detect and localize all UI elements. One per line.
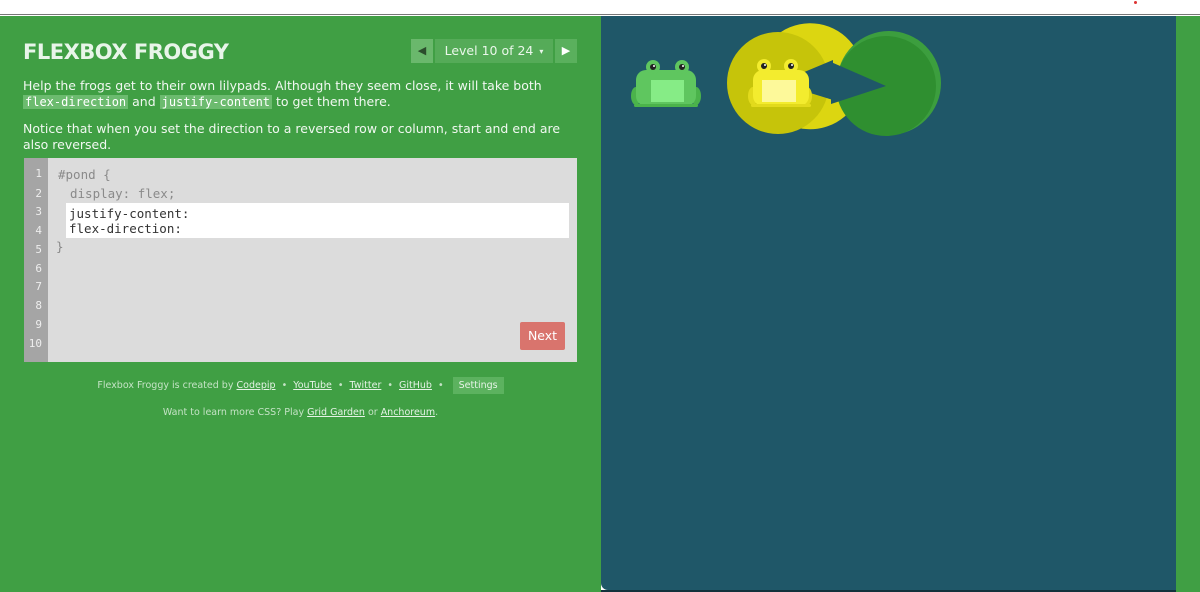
grid-garden-link[interactable]: Grid Garden bbox=[307, 407, 365, 418]
anchoreum-link[interactable]: Anchoreum bbox=[381, 407, 435, 418]
sidebar: FLEXBOX FROGGY ◀ Level 10 of 24 ▾ ▶ Help … bbox=[0, 16, 601, 592]
settings-button[interactable]: Settings bbox=[452, 377, 504, 394]
green-frog bbox=[631, 60, 701, 107]
instructions: Help the frogs get to their own lilypads… bbox=[23, 78, 583, 164]
triangle-right-icon: ▶ bbox=[561, 44, 571, 57]
chevron-down-icon: ▾ bbox=[539, 47, 544, 56]
line-number: 10 bbox=[28, 337, 42, 350]
credits: Flexbox Froggy is created by Codepip • Y… bbox=[0, 377, 601, 394]
line-number: 2 bbox=[35, 187, 42, 200]
line-number: 9 bbox=[35, 318, 42, 331]
line-number-gutter: 1 2 3 4 5 6 7 8 9 10 bbox=[24, 158, 48, 362]
indicator-dot bbox=[1134, 1, 1137, 4]
youtube-link[interactable]: YouTube bbox=[293, 380, 332, 391]
pond-scene bbox=[631, 23, 941, 136]
line-number: 8 bbox=[35, 299, 42, 312]
code-line-2: display: flex; bbox=[70, 186, 176, 201]
code-line-5: } bbox=[56, 239, 64, 254]
game-title: FLEXBOX FROGGY bbox=[23, 40, 229, 64]
css-input-textarea[interactable]: justify-content: flex-direction: bbox=[66, 203, 569, 238]
browser-top-bar bbox=[0, 0, 1200, 15]
right-edge-strip bbox=[1176, 16, 1200, 592]
line-number: 4 bbox=[35, 224, 42, 237]
triangle-left-icon: ◀ bbox=[417, 44, 427, 57]
level-label: Level 10 of 24 bbox=[444, 43, 534, 58]
code-flex-direction: flex-direction bbox=[23, 95, 129, 109]
code-editor: 1 2 3 4 5 6 7 8 9 10 #pond { display: fl… bbox=[24, 158, 577, 362]
level-navigation: ◀ Level 10 of 24 ▾ ▶ bbox=[411, 39, 577, 63]
twitter-link[interactable]: Twitter bbox=[350, 380, 382, 391]
codepip-link[interactable]: Codepip bbox=[237, 380, 276, 391]
prev-level-button[interactable]: ◀ bbox=[411, 39, 433, 63]
line-number: 7 bbox=[35, 280, 42, 293]
github-link[interactable]: GitHub bbox=[399, 380, 432, 391]
code-justify-content: justify-content bbox=[159, 95, 273, 109]
instruction-paragraph-2: Notice that when you set the direction t… bbox=[23, 121, 561, 152]
level-selector[interactable]: Level 10 of 24 ▾ bbox=[435, 39, 553, 63]
next-level-button[interactable]: ▶ bbox=[555, 39, 577, 63]
next-button[interactable]: Next bbox=[520, 322, 565, 350]
input-line-justify-content: justify-content: bbox=[69, 206, 190, 221]
line-number: 5 bbox=[35, 243, 42, 256]
line-number: 1 bbox=[35, 167, 42, 180]
more-games: Want to learn more CSS? Play Grid Garden… bbox=[162, 407, 439, 418]
code-line-1: #pond { bbox=[58, 167, 111, 182]
line-number: 6 bbox=[35, 262, 42, 275]
line-number: 3 bbox=[35, 205, 42, 218]
instruction-paragraph-1: Help the frogs get to their own lilypads… bbox=[23, 78, 542, 109]
input-line-flex-direction: flex-direction: bbox=[69, 221, 182, 236]
